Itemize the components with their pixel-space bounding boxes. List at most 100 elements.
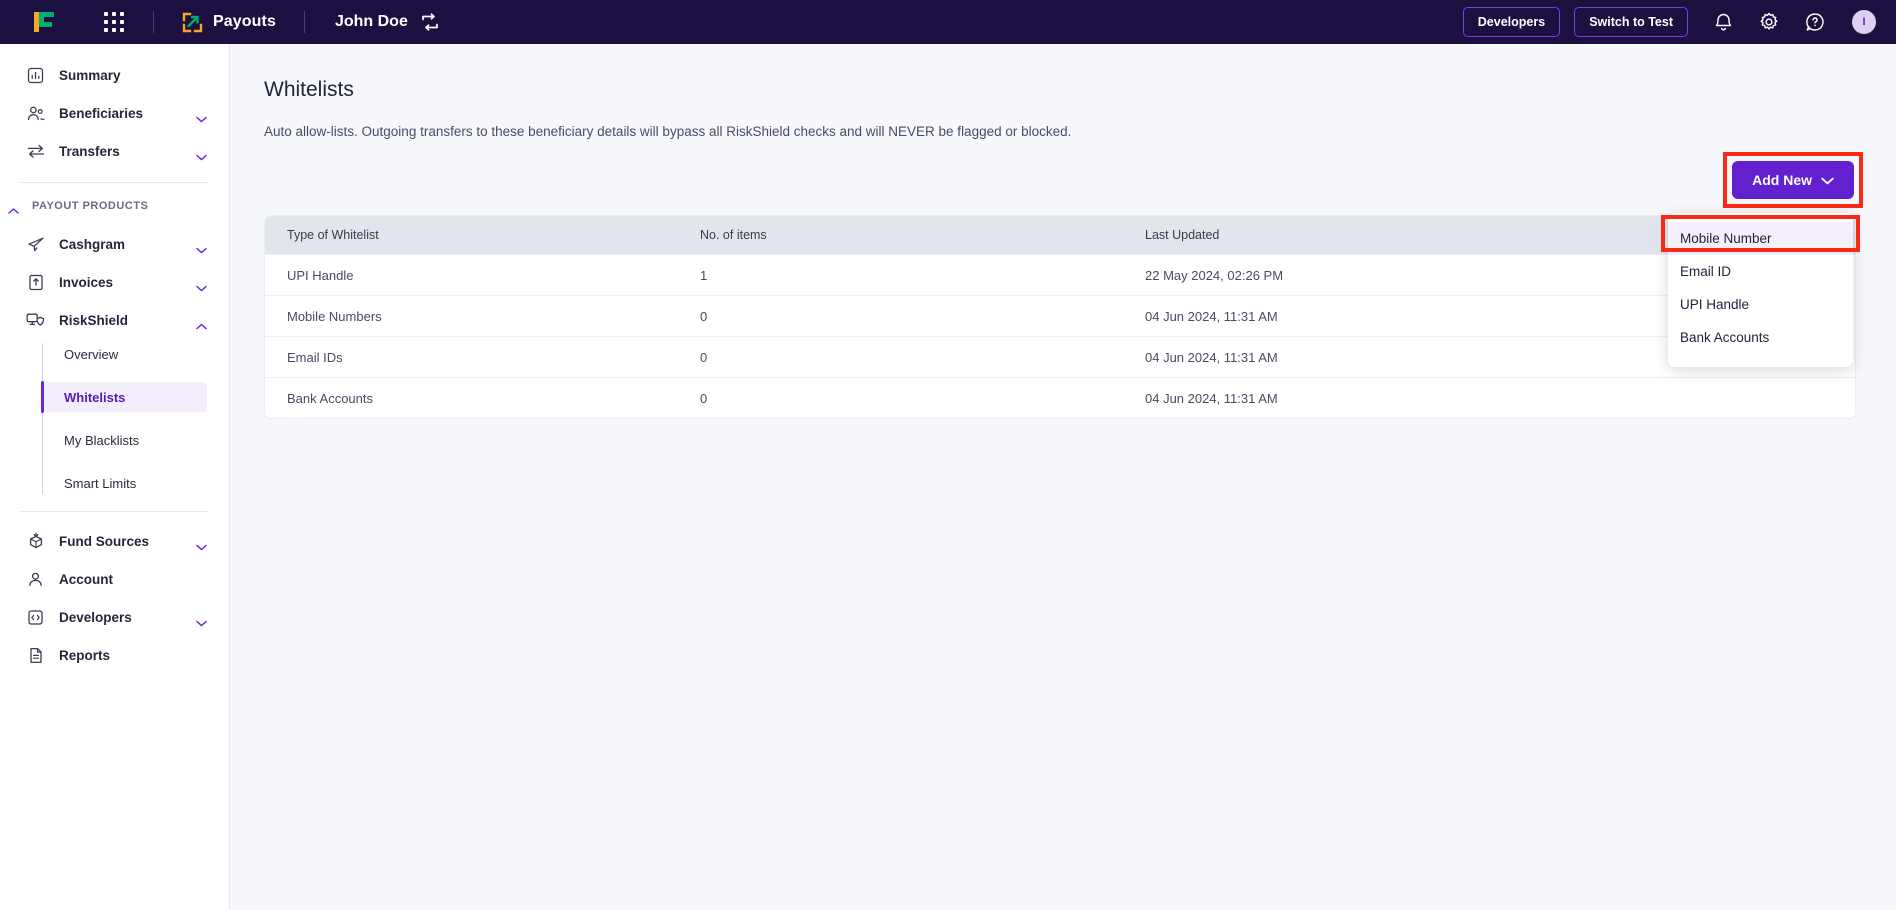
account-name: John Doe <box>334 13 408 30</box>
chevron-up-icon[interactable] <box>196 317 207 329</box>
sidebar-item-smart-limits[interactable]: Smart Limits <box>42 468 207 498</box>
table-row[interactable]: Email IDs 0 04 Jun 2024, 11:31 AM <box>265 336 1855 377</box>
sidebar-label: Overview <box>64 346 119 362</box>
topbar-actions: Developers Switch to Test I <box>1449 7 1876 37</box>
sidebar-item-reports[interactable]: Reports <box>0 636 229 674</box>
sidebar-label: Invoices <box>59 274 114 290</box>
cell-items: 0 <box>700 308 708 324</box>
sidebar-item-transfers[interactable]: Transfers <box>0 132 229 170</box>
divider-2 <box>303 11 305 33</box>
fund-sources-icon <box>26 532 45 551</box>
avatar[interactable]: I <box>1852 10 1876 34</box>
cell-type: Email IDs <box>287 349 343 365</box>
chevron-down-icon[interactable] <box>196 279 207 291</box>
table-row[interactable]: Mobile Numbers 0 04 Jun 2024, 11:31 AM <box>265 295 1855 336</box>
sidebar-section-payout-products[interactable]: PAYOUT PRODUCTS <box>0 193 229 219</box>
page-title: Whitelists <box>264 78 354 101</box>
invoice-icon <box>26 273 45 292</box>
table-header-row: Type of Whitelist No. of items Last Upda… <box>265 216 1855 254</box>
dropdown-item-label: Email ID <box>1680 264 1732 279</box>
whitelists-table: Type of Whitelist No. of items Last Upda… <box>264 215 1856 419</box>
sidebar-label: Account <box>59 571 113 587</box>
swap-icon[interactable] <box>420 13 440 31</box>
sidebar-label: Reports <box>59 647 111 663</box>
sidebar-label: My Blacklists <box>64 432 140 448</box>
cashfree-logo[interactable] <box>30 9 58 35</box>
dropdown-item-label: Bank Accounts <box>1680 330 1770 345</box>
sidebar-item-my-blacklists[interactable]: My Blacklists <box>42 425 207 455</box>
sidebar-label: Developers <box>59 609 132 625</box>
sidebar-item-riskshield[interactable]: RiskShield <box>0 301 229 339</box>
bell-icon[interactable] <box>1712 11 1734 33</box>
sidebar-divider <box>20 182 209 183</box>
cell-items: 1 <box>700 267 708 283</box>
add-new-container: Add New Mobile Number Email ID UPI Handl… <box>1661 152 1863 367</box>
sidebar-label: Smart Limits <box>64 475 137 491</box>
cell-type: Bank Accounts <box>287 390 373 406</box>
sidebar-label: Whitelists <box>64 389 126 405</box>
sidebar-item-developers[interactable]: Developers <box>0 598 229 636</box>
switch-to-test-button[interactable]: Switch to Test <box>1574 7 1688 37</box>
sidebar-item-cashgram[interactable]: Cashgram <box>0 225 229 263</box>
add-new-button[interactable]: Add New <box>1732 161 1854 199</box>
action-row: Add New Mobile Number Email ID UPI Handl… <box>264 152 1863 367</box>
cell-type: Mobile Numbers <box>287 308 382 324</box>
product-label: Payouts <box>213 13 276 30</box>
users-icon <box>26 104 45 123</box>
column-header-type: Type of Whitelist <box>287 228 379 242</box>
app-grid-icon[interactable] <box>104 11 125 33</box>
sidebar-item-whitelists[interactable]: Whitelists <box>41 381 207 413</box>
riskshield-icon <box>26 311 45 330</box>
divider <box>153 11 154 33</box>
chevron-down-icon[interactable] <box>196 110 207 122</box>
sidebar-label: Transfers <box>59 143 120 159</box>
sidebar-item-fund-sources[interactable]: Fund Sources <box>0 522 229 560</box>
sidebar-label: Summary <box>59 67 121 83</box>
sidebar-label: RiskShield <box>59 312 129 328</box>
account-switcher[interactable]: John Doe <box>335 13 440 31</box>
sidebar-item-overview[interactable]: Overview <box>42 339 207 369</box>
person-icon <box>26 570 45 589</box>
top-bar: Payouts John Doe Developers Switch to Te… <box>0 0 1896 44</box>
page-description: Auto allow-lists. Outgoing transfers to … <box>264 124 1072 139</box>
column-header-items: No. of items <box>700 228 767 242</box>
table-row[interactable]: UPI Handle 1 22 May 2024, 02:26 PM <box>265 254 1855 295</box>
transfers-icon <box>26 142 45 161</box>
report-icon <box>26 646 45 665</box>
table-row[interactable]: Bank Accounts 0 04 Jun 2024, 11:31 AM <box>265 377 1855 418</box>
sidebar: Summary Beneficiaries Transfers PAYOUT P… <box>0 44 230 910</box>
add-new-dropdown-menu: Mobile Number Email ID UPI Handle Bank A… <box>1661 213 1860 367</box>
sidebar-label: Beneficiaries <box>59 105 144 121</box>
product-switcher[interactable]: Payouts <box>182 12 276 33</box>
dropdown-item-upi-handle[interactable]: UPI Handle <box>1668 288 1853 321</box>
sidebar-section-title: PAYOUT PRODUCTS <box>32 200 149 212</box>
payouts-icon <box>182 12 203 33</box>
sidebar-item-summary[interactable]: Summary <box>0 56 229 94</box>
sidebar-item-account[interactable]: Account <box>0 560 229 598</box>
help-icon[interactable] <box>1804 11 1826 33</box>
chevron-down-icon[interactable] <box>196 148 207 160</box>
cell-updated: 04 Jun 2024, 11:31 AM <box>1145 390 1278 406</box>
gear-icon[interactable] <box>1758 11 1780 33</box>
add-new-label: Add New <box>1752 172 1812 188</box>
cell-items: 0 <box>700 349 708 365</box>
chevron-down-icon[interactable] <box>196 614 207 626</box>
chevron-down-icon[interactable] <box>196 241 207 253</box>
chevron-down-icon[interactable] <box>196 538 207 550</box>
code-icon <box>26 608 45 627</box>
sidebar-divider-2 <box>20 511 209 512</box>
chart-icon <box>26 66 45 85</box>
dropdown-item-email-id[interactable]: Email ID <box>1668 255 1853 288</box>
dropdown-item-mobile-number[interactable]: Mobile Number <box>1668 222 1853 255</box>
sidebar-label: Fund Sources <box>59 533 150 549</box>
riskshield-submenu: Overview Whitelists My Blacklists Smart … <box>41 339 229 498</box>
main-content: Whitelists Auto allow-lists. Outgoing tr… <box>230 44 1896 910</box>
developers-button[interactable]: Developers <box>1462 7 1561 37</box>
dropdown-item-bank-accounts[interactable]: Bank Accounts <box>1668 321 1853 354</box>
dropdown-item-label: UPI Handle <box>1680 297 1750 312</box>
sidebar-label: Cashgram <box>59 236 126 252</box>
chevron-up-icon[interactable] <box>8 202 19 214</box>
sidebar-item-beneficiaries[interactable]: Beneficiaries <box>0 94 229 132</box>
dropdown-item-label: Mobile Number <box>1680 231 1772 246</box>
sidebar-item-invoices[interactable]: Invoices <box>0 263 229 301</box>
